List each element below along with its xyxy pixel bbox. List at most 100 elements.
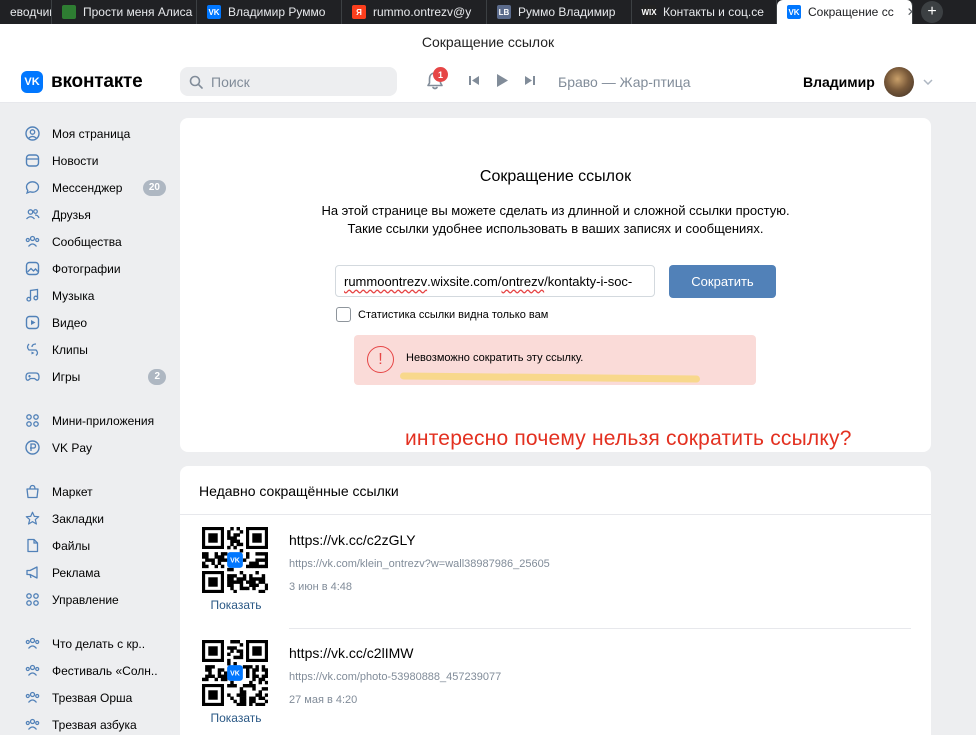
sidebar-item[interactable]: Трезвая Орша (24, 684, 170, 711)
show-qr-link[interactable]: Показать (202, 598, 270, 612)
url-input-part: rummoontrezv (344, 273, 428, 289)
tab-favicon-icon: VK (787, 5, 801, 19)
qr-code-icon[interactable]: VK (202, 527, 269, 594)
left-sidebar: Моя страница Новости Мессенджер 20 Друзья Соо… (24, 120, 170, 735)
sidebar-item[interactable]: Мини-приложения (24, 407, 170, 434)
sidebar-item-label: Сообщества (52, 234, 122, 249)
user-circle-icon (24, 125, 41, 142)
shortener-card: Сокращение ссылок На этой странице вы мо… (180, 118, 931, 452)
sidebar-item[interactable]: VK Pay (24, 434, 170, 461)
sidebar-item[interactable]: Сообщества (24, 228, 170, 255)
communities-icon (24, 662, 41, 679)
avatar (883, 67, 914, 97)
original-url[interactable]: https://vk.com/klein_ontrezv?w=wall38987… (289, 558, 550, 570)
browser-tab[interactable]: Яrummo.ontrezv@y (342, 0, 487, 24)
user-menu[interactable]: Владимир (803, 67, 933, 97)
stats-checkbox[interactable] (336, 307, 351, 322)
counter-badge: 20 (142, 180, 166, 196)
sidebar-item[interactable]: Трезвая азбука (24, 711, 170, 735)
highlighter-mark (399, 372, 701, 383)
browser-tab[interactable]: еводчик (0, 0, 52, 24)
show-qr-link[interactable]: Показать (202, 711, 270, 725)
next-track-icon[interactable] (524, 75, 535, 86)
url-input-part: ontrezv (501, 273, 545, 289)
sidebar-item[interactable]: Видео (24, 309, 170, 336)
star-icon (24, 510, 41, 527)
close-tab-icon[interactable]: ✕ (907, 5, 912, 19)
sidebar-separator (24, 390, 170, 407)
sidebar-item-label: Мини-приложения (52, 413, 155, 428)
play-icon[interactable] (496, 74, 508, 87)
tab-label: Владимир Руммо (228, 5, 326, 19)
vk-logo[interactable]: VK вконтакте (21, 71, 143, 93)
tab-label: Руммо Владимир (518, 5, 616, 19)
sidebar-item-label: Маркет (52, 484, 93, 499)
sidebar-item[interactable]: Управление (24, 586, 170, 613)
tab-favicon-icon: WIX (641, 5, 657, 19)
original-url[interactable]: https://vk.com/photo-53980888_457239077 (289, 671, 501, 683)
link-date: 3 июн в 4:48 (289, 581, 353, 593)
shorten-button[interactable]: Сократить (669, 265, 776, 298)
qr-code-icon[interactable]: VK (202, 640, 269, 707)
svg-text:VK: VK (230, 671, 240, 678)
short-url-link[interactable]: https://vk.cc/c2zGLY (289, 532, 416, 548)
music-icon (24, 287, 41, 304)
browser-tab[interactable]: LB Руммо Владимир (487, 0, 632, 24)
stats-visibility-option[interactable]: Статистика ссылки видна только вам (336, 307, 548, 322)
qr-code-block: VK Показать (202, 640, 270, 725)
sidebar-item-label: Игры (52, 369, 81, 384)
link-date: 27 мая в 4:20 (289, 694, 358, 706)
vk-header: VK вконтакте Поиск Браво — Жар-птица Вла… (0, 61, 976, 103)
communities-icon (24, 716, 41, 733)
sidebar-item-label: Фотографии (52, 261, 121, 276)
sidebar-item[interactable]: Новости (24, 147, 170, 174)
page-title: Сокращение ссылок (479, 168, 632, 185)
error-text: Невозможно сократить эту ссылку. (406, 352, 584, 364)
sidebar-item[interactable]: Фестиваль «Солн.. (24, 657, 170, 684)
sidebar-item[interactable]: Реклама (24, 559, 170, 586)
sidebar-item-label: VK Pay (52, 440, 93, 455)
chevron-down-icon (923, 79, 933, 85)
sidebar-item[interactable]: Моя страница (24, 120, 170, 147)
megaphone-icon (24, 564, 41, 581)
tab-label: Прости меня Алиса (83, 5, 193, 19)
recent-link-item: VK Показать https://vk.cc/c2zGLY https:/… (180, 515, 931, 629)
previous-track-icon[interactable] (469, 75, 480, 86)
svg-text:VK: VK (230, 558, 240, 565)
sidebar-item[interactable]: Фотографии (24, 255, 170, 282)
sidebar-item[interactable]: Мессенджер 20 (24, 174, 170, 201)
sidebar-item-label: Мессенджер (52, 180, 123, 195)
sidebar-item[interactable]: Игры 2 (24, 363, 170, 390)
clips-icon (24, 341, 41, 358)
sidebar-item[interactable]: Друзья (24, 201, 170, 228)
url-input[interactable]: rummoontrezv .wixsite.com/ontrezv/kontakt… (335, 265, 655, 297)
warning-icon: ! (367, 346, 394, 373)
sidebar-item-label: Видео (52, 315, 88, 330)
sidebar-item-label: Моя страница (52, 126, 131, 141)
sidebar-separator (24, 613, 170, 630)
sidebar-item[interactable]: Маркет (24, 478, 170, 505)
sidebar-item-label: Закладки (52, 511, 104, 526)
notification-badge: 1 (433, 67, 448, 82)
sidebar-item[interactable]: Музыка (24, 282, 170, 309)
new-tab-button[interactable]: + (921, 1, 943, 23)
browser-tab[interactable]: VK Владимир Руммо (197, 0, 342, 24)
sidebar-item[interactable]: Что делать с кр.. (24, 630, 170, 657)
browser-tab[interactable]: Прости меня Алиса (52, 0, 197, 24)
photo-icon (24, 260, 41, 277)
tab-favicon-icon (62, 5, 76, 19)
browser-tab[interactable]: WIX Контакты и соц.се (632, 0, 777, 24)
sidebar-item[interactable]: Файлы (24, 532, 170, 559)
short-url-link[interactable]: https://vk.cc/c2lIMW (289, 645, 413, 661)
current-track[interactable]: Браво — Жар-птица (558, 74, 691, 90)
sidebar-item[interactable]: Закладки (24, 505, 170, 532)
vk-logo-text: вконтакте (51, 71, 143, 92)
browser-tab[interactable]: VK Сокращение сс ✕ (777, 0, 913, 24)
sidebar-item-label: Трезвая Орша (52, 690, 133, 705)
counter-badge: 2 (148, 369, 166, 385)
search-icon (189, 75, 203, 89)
recent-link-item: VK Показать https://vk.cc/c2lIMW https:/… (180, 628, 931, 735)
search-input[interactable]: Поиск (180, 67, 397, 96)
sidebar-item[interactable]: Клипы (24, 336, 170, 363)
url-input-part: /kontakty-i-soc- (544, 273, 633, 289)
